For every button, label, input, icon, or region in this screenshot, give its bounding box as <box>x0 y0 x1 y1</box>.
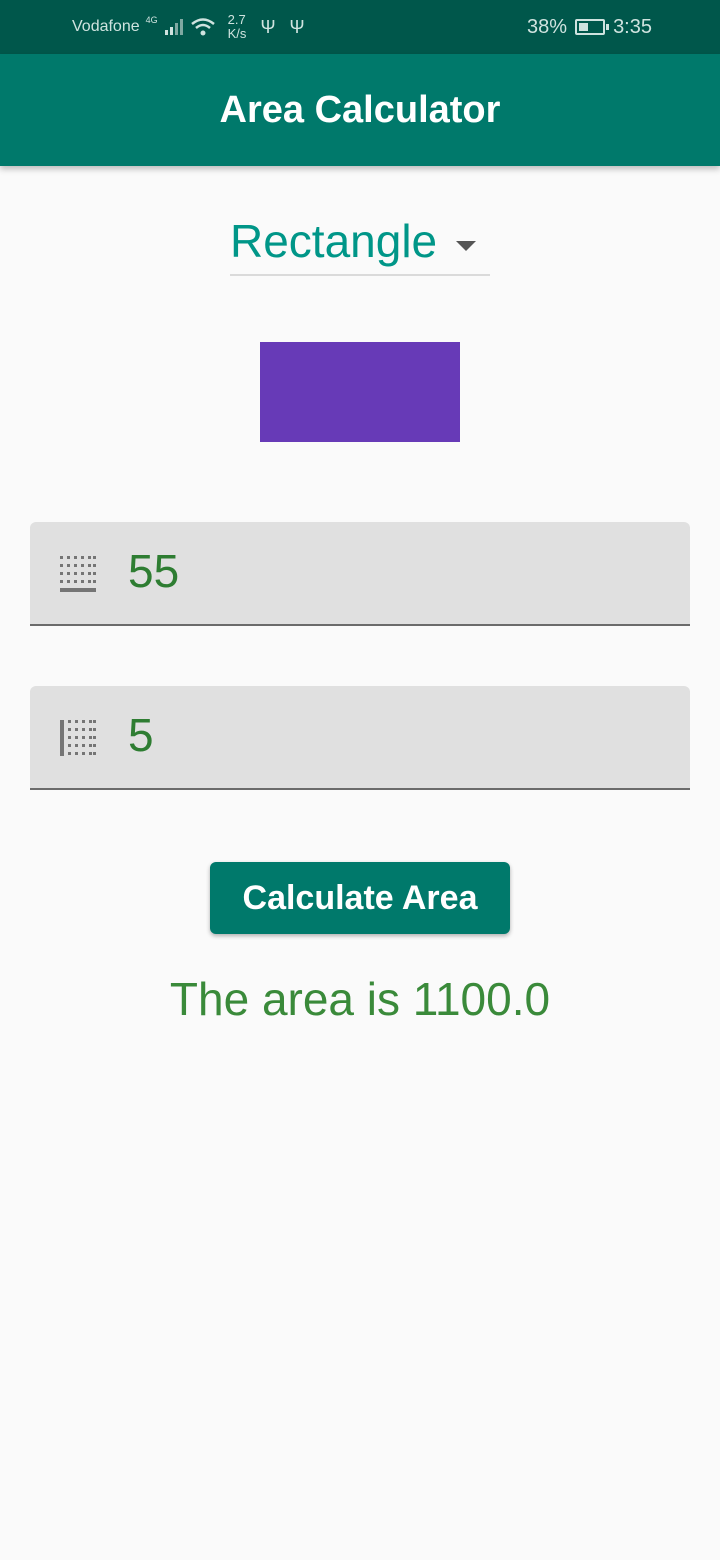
calculate-area-label: Calculate Area <box>242 878 478 917</box>
app-title: Area Calculator <box>219 88 501 131</box>
usb-debug-icon: Ψ <box>289 16 305 37</box>
border-bottom-icon <box>60 556 96 592</box>
chevron-down-icon <box>456 241 476 251</box>
calculate-area-button[interactable]: Calculate Area <box>210 862 510 934</box>
height-field[interactable]: 5 <box>30 686 690 790</box>
status-right: 38% 3:35 <box>527 0 652 54</box>
border-left-icon <box>60 720 96 756</box>
network-type: 4G <box>145 15 158 25</box>
signal-icon <box>164 19 183 35</box>
area-result: The area is 1100.0 <box>169 973 551 1025</box>
speed-value: 2.7 <box>227 12 246 27</box>
carrier-label: Vodafone <box>72 18 140 35</box>
rectangle-shape <box>260 342 460 442</box>
shape-dropdown-value: Rectangle <box>230 215 438 267</box>
width-field[interactable]: 55 <box>30 522 690 626</box>
battery-percent: 38% <box>527 15 568 38</box>
clock: 3:35 <box>613 15 652 38</box>
shape-preview <box>260 342 460 442</box>
usb-icon: Ψ <box>260 16 276 37</box>
status-bar: Vodafone 4G 2.7 K/s Ψ Ψ 38% 3:35 <box>0 0 720 54</box>
height-field-value: 5 <box>128 709 154 761</box>
width-field-value: 55 <box>128 545 180 597</box>
network-speed: 2.7 K/s <box>228 13 247 41</box>
app-bar: Area Calculator <box>0 54 720 166</box>
wifi-icon <box>190 18 215 36</box>
status-left: Vodafone 4G 2.7 K/s Ψ Ψ <box>72 0 305 54</box>
battery-icon <box>575 19 610 35</box>
shape-dropdown[interactable]: Rectangle <box>230 208 490 276</box>
speed-unit: K/s <box>227 26 247 41</box>
